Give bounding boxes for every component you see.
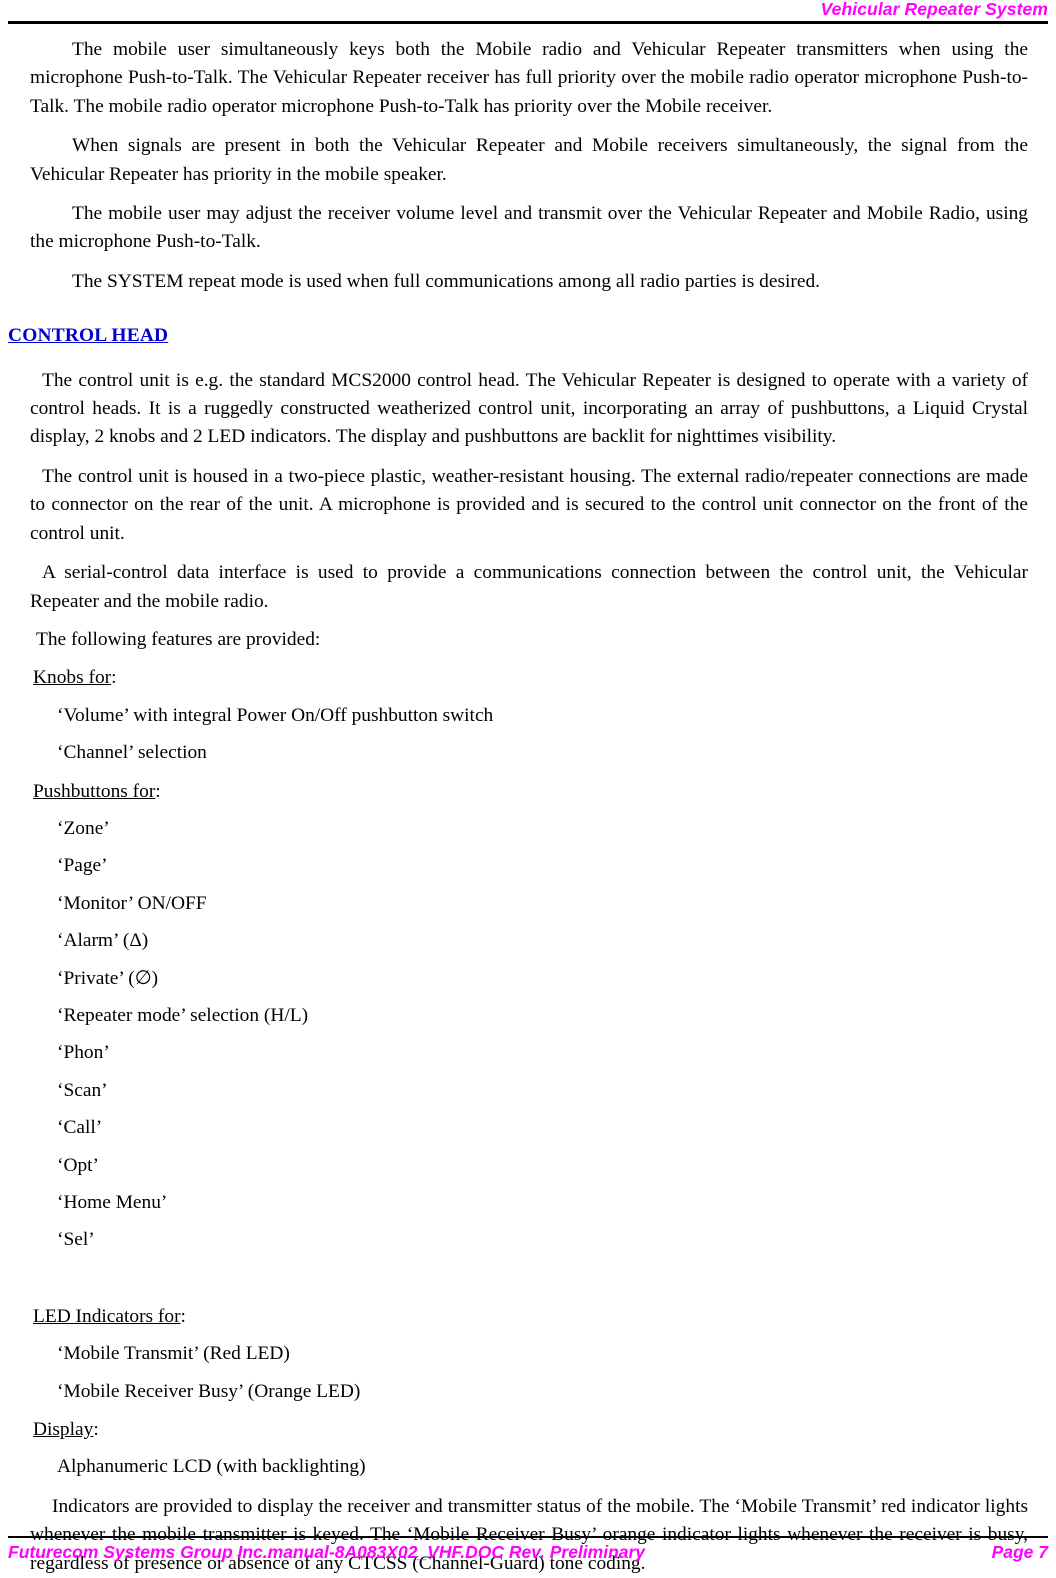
list-item: Alphanumeric LCD (with backlighting) [57,1456,366,1478]
paragraph: When signals are present in both the Veh… [30,135,1028,185]
list-item: ‘Home Menu’ [57,1192,168,1213]
group-label-led-indicators-text: LED Indicators for [33,1305,181,1327]
blank-line-spacer [30,1255,1028,1293]
feature-list-led-indicators: ‘Mobile Transmit’ (Red LED) ‘Mobile Rece… [30,1340,1028,1406]
footer-document-info: Futurecom Systems Group Inc.manual-8A083… [8,1542,646,1562]
list-item: ‘Opt’ [57,1154,100,1176]
list-item: ‘Zone’ [57,817,110,839]
list-item: ‘Page’ [57,855,108,877]
list-item: ‘Monitor’ ON/OFF [57,892,207,914]
feature-list-pushbuttons: ‘Zone’ ‘Page’ ‘Monitor’ ON/OFF ‘Alarm’ (… [30,815,1028,1255]
list-item: ‘Scan’ [57,1079,108,1101]
group-label-display-colon: : [93,1419,99,1441]
section-heading-wrap: CONTROL HEAD [8,296,1028,350]
group-label-display: Display: [30,1416,1028,1444]
group-label-pushbuttons-text: Pushbuttons for [33,780,156,802]
group-label-led-indicators: LED Indicators for: [30,1303,1028,1331]
group-label-knobs-text: Knobs for [33,667,112,689]
page-header: Vehicular Repeater System [8,0,1048,24]
feature-list-display: Alphanumeric LCD (with backlighting) [30,1453,1028,1481]
list-item: ‘Sel’ [57,1229,95,1251]
group-label-display-text: Display [33,1419,94,1441]
list-item: ‘Channel’ selection [57,742,207,764]
group-label-led-indicators-colon: : [180,1305,186,1327]
paragraph: The control unit is housed in a two-piec… [30,465,1028,544]
document-content: The mobile user simultaneously keys both… [8,36,1028,1578]
features-lead-line: The following features are provided: [36,628,321,650]
paragraph: A serial-control data interface is used … [30,562,1028,612]
list-item: ‘Call’ [57,1117,103,1139]
list-item: ‘Volume’ with integral Power On/Off push… [57,704,494,726]
group-label-knobs: Knobs for: [30,664,1028,692]
list-item: ‘Private’ (∅) [57,967,159,989]
footer-divider [8,1536,1048,1538]
page-footer: Futurecom Systems Group Inc.manual-8A083… [8,1536,1048,1569]
list-item: ‘Mobile Transmit’ (Red LED) [57,1343,290,1365]
list-item: ‘Alarm’ (Δ) [57,930,149,952]
header-divider [8,21,1048,24]
section-heading-control-head: CONTROL HEAD [8,325,169,347]
paragraph: The control unit is e.g. the standard MC… [30,369,1028,448]
list-item: ‘Phon’ [57,1042,110,1064]
list-item: ‘Mobile Receiver Busy’ (Orange LED) [57,1380,361,1402]
paragraph: The mobile user may adjust the receiver … [30,203,1028,253]
paragraph: The SYSTEM repeat mode is used when full… [72,270,820,292]
group-label-pushbuttons-colon: : [155,780,161,802]
paragraph: The mobile user simultaneously keys both… [30,39,1028,117]
group-label-pushbuttons: Pushbuttons for: [30,778,1028,806]
footer-page-number: Page 7 [991,1542,1048,1562]
header-title: Vehicular Repeater System [820,0,1048,19]
feature-list-knobs: ‘Volume’ with integral Power On/Off push… [30,702,1028,768]
group-label-knobs-colon: : [111,667,117,689]
list-item: ‘Repeater mode’ selection (H/L) [57,1004,309,1026]
